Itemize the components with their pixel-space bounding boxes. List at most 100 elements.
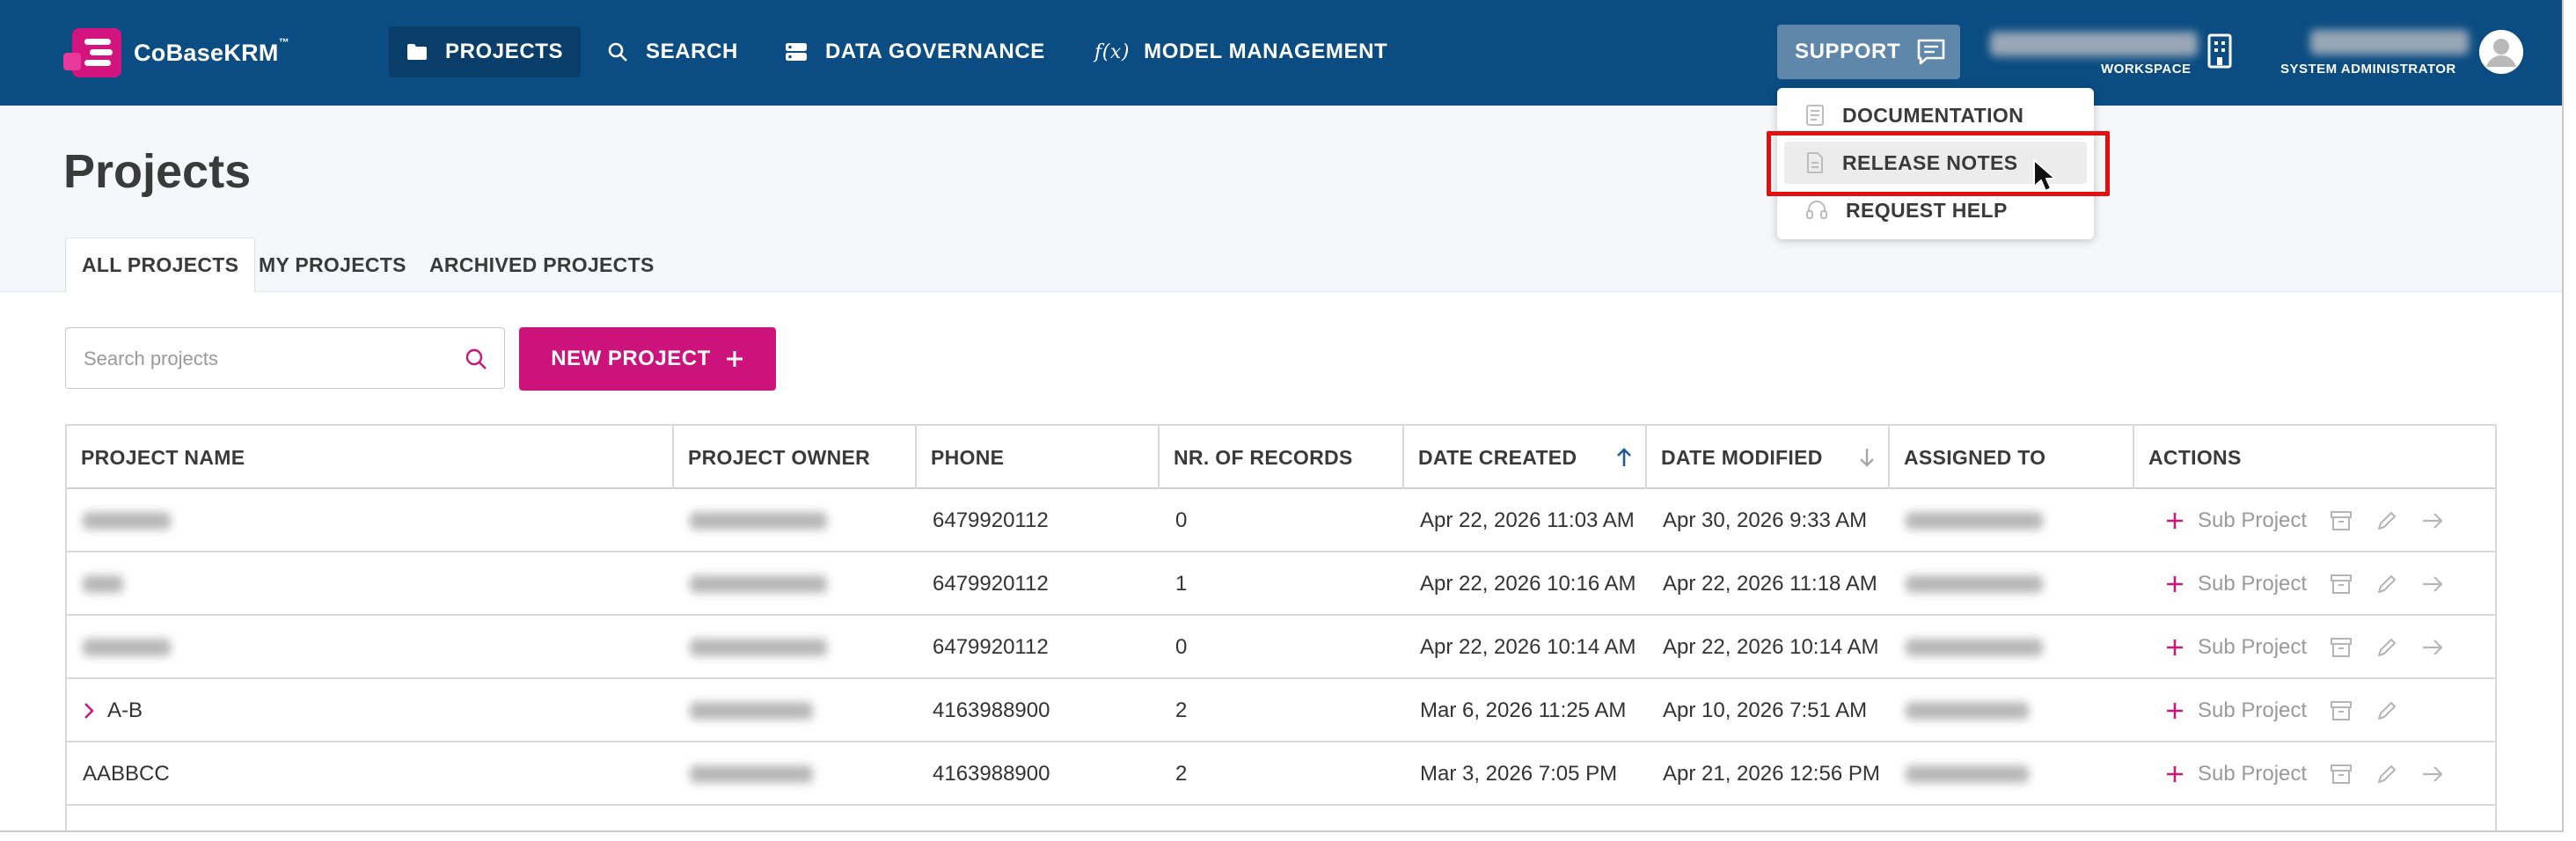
folder-icon (407, 44, 427, 60)
table-row[interactable]: 6479920112 0 Apr 22, 2026 10:14 AM Apr 22, … (67, 616, 2495, 679)
search-input[interactable] (84, 344, 435, 374)
add-sub-project-button[interactable]: Sub Project (2166, 508, 2307, 533)
cell-actions: Sub Project (2154, 679, 2398, 742)
edit-pencil-icon[interactable] (2375, 763, 2398, 786)
archive-icon[interactable] (2330, 700, 2353, 721)
archive-icon[interactable] (2330, 764, 2353, 785)
column-header-date-modified[interactable]: DATE MODIFIED (1647, 426, 1890, 489)
column-header-date-created[interactable]: DATE CREATED (1404, 426, 1647, 489)
avatar[interactable] (2479, 30, 2523, 74)
nav-data-governance[interactable]: DATA GOVERNANCE (767, 26, 1063, 77)
cell-date-created: Apr 22, 2026 10:16 AM (1420, 572, 1636, 596)
nav-search-label: SEARCH (646, 40, 738, 63)
redacted-text (83, 639, 171, 656)
menu-item-label: REQUEST HELP (1846, 198, 2008, 222)
edit-pencil-icon[interactable] (2375, 636, 2398, 659)
table-row[interactable]: 6479920112 1 Apr 22, 2026 10:16 AM Apr 22, … (67, 552, 2495, 616)
add-sub-project-button[interactable]: Sub Project (2166, 572, 2307, 596)
sort-descending-icon[interactable] (1858, 447, 1876, 468)
highlight-box (1767, 131, 2110, 196)
cell-records: 2 (1175, 762, 1188, 786)
nav-projects[interactable]: PROJECTS (389, 26, 582, 77)
project-name-text: A-B (107, 698, 143, 722)
menu-item-documentation[interactable]: DOCUMENTATION (1784, 94, 2087, 136)
cell-phone: 6479920112 (933, 635, 1049, 659)
column-header-project-name[interactable]: PROJECT NAME (67, 426, 674, 489)
book-icon (1806, 105, 1824, 126)
add-sub-project-button[interactable]: Sub Project (2166, 762, 2307, 786)
redacted-text (690, 639, 827, 656)
redacted-text (1906, 575, 2043, 593)
brand-name: CoBaseKRM™ (134, 35, 290, 66)
edit-pencil-icon[interactable] (2375, 509, 2398, 532)
archive-icon[interactable] (2330, 574, 2353, 595)
table-row[interactable]: 6479920112 0 Apr 22, 2026 11:03 AM Apr 30, … (67, 489, 2495, 552)
cell-actions: Sub Project (2154, 616, 2444, 679)
tab-archived-projects[interactable]: ARCHIVED PROJECTS (413, 238, 670, 292)
cell-date-modified: Apr 21, 2026 12:56 PM (1663, 762, 1880, 786)
add-sub-project-button[interactable]: Sub Project (2166, 635, 2307, 660)
user-name-redacted (2310, 30, 2469, 55)
edit-pencil-icon[interactable] (2375, 699, 2398, 722)
cell-date-modified: Apr 30, 2026 9:33 AM (1663, 508, 1868, 532)
cell-project-name[interactable] (67, 552, 674, 616)
sub-project-label: Sub Project (2198, 508, 2308, 532)
arrow-right-icon[interactable] (2421, 511, 2444, 530)
redacted-text (690, 702, 813, 720)
projects-table: PROJECT NAME PROJECT OWNER PHONE NR. OF … (65, 424, 2497, 830)
column-header-actions: ACTIONS (2148, 445, 2242, 469)
arrow-right-icon[interactable] (2421, 574, 2444, 594)
plus-icon (2167, 513, 2183, 529)
sub-project-label: Sub Project (2198, 635, 2308, 659)
nav-search[interactable]: SEARCH (589, 26, 756, 77)
edit-pencil-icon[interactable] (2375, 573, 2398, 596)
add-sub-project-button[interactable]: Sub Project (2166, 698, 2307, 723)
tab-my-projects[interactable]: MY PROJECTS (243, 238, 422, 292)
tab-all-projects[interactable]: ALL PROJECTS (65, 238, 256, 293)
cell-assigned-to (1890, 616, 2134, 679)
cell-project-owner (674, 489, 917, 552)
plus-icon (2167, 766, 2183, 782)
sub-project-label: Sub Project (2198, 762, 2308, 786)
new-project-button[interactable]: NEW PROJECT (519, 327, 776, 391)
cell-project-name[interactable] (67, 616, 674, 679)
column-header-project-owner[interactable]: PROJECT OWNER (674, 426, 917, 489)
brand-logo[interactable]: CoBaseKRM™ (63, 26, 289, 79)
arrow-right-icon[interactable] (2421, 638, 2444, 657)
arrow-right-icon[interactable] (2421, 764, 2444, 784)
function-icon: f(x) (1094, 40, 1131, 63)
support-button[interactable]: SUPPORT (1777, 25, 1960, 79)
nav-data-governance-label: DATA GOVERNANCE (825, 40, 1045, 63)
workspace-label: WORKSPACE (2101, 62, 2192, 77)
sort-ascending-icon[interactable] (1615, 447, 1633, 468)
page-title: Projects (63, 145, 252, 198)
search-icon[interactable] (464, 347, 488, 371)
column-header-phone[interactable]: PHONE (917, 426, 1160, 489)
plus-icon (2167, 640, 2183, 655)
cell-project-name[interactable]: AABBCC (67, 742, 674, 806)
redacted-text (1906, 702, 2029, 720)
cell-phone: 6479920112 (933, 508, 1049, 532)
archive-icon[interactable] (2330, 637, 2353, 658)
page-header: Projects ALL PROJECTS MY PROJECTS ARCHIV… (0, 106, 2562, 293)
chevron-right-icon[interactable] (83, 701, 95, 720)
plus-icon (2167, 576, 2183, 592)
column-header-records[interactable]: NR. OF RECORDS (1160, 426, 1404, 489)
building-icon[interactable] (2206, 33, 2233, 69)
cell-actions: Sub Project (2154, 742, 2444, 806)
archive-icon[interactable] (2330, 510, 2353, 531)
column-header-assigned-to[interactable]: ASSIGNED TO (1890, 426, 2134, 489)
support-label: SUPPORT (1795, 40, 1901, 63)
table-row[interactable]: AABBCC 4163988900 2 Mar 3, 2026 7:05 PM Apr … (67, 742, 2495, 806)
user-icon (2479, 30, 2523, 74)
cell-date-modified: Apr 22, 2026 10:14 AM (1663, 635, 1879, 659)
nav-model-management-label: MODEL MANAGEMENT (1144, 40, 1388, 63)
sub-project-label: Sub Project (2198, 572, 2308, 596)
cell-date-modified: Apr 10, 2026 7:51 AM (1663, 698, 1868, 722)
headset-icon (1806, 201, 1827, 219)
plus-icon (2167, 703, 2183, 719)
table-row[interactable]: A-B 4163988900 2 Mar 6, 2026 11:25 AM Apr 10… (67, 679, 2495, 742)
nav-model-management[interactable]: f(x) MODEL MANAGEMENT (1077, 26, 1405, 77)
cell-project-name[interactable]: A-B (67, 679, 674, 742)
cell-project-name[interactable] (67, 489, 674, 552)
